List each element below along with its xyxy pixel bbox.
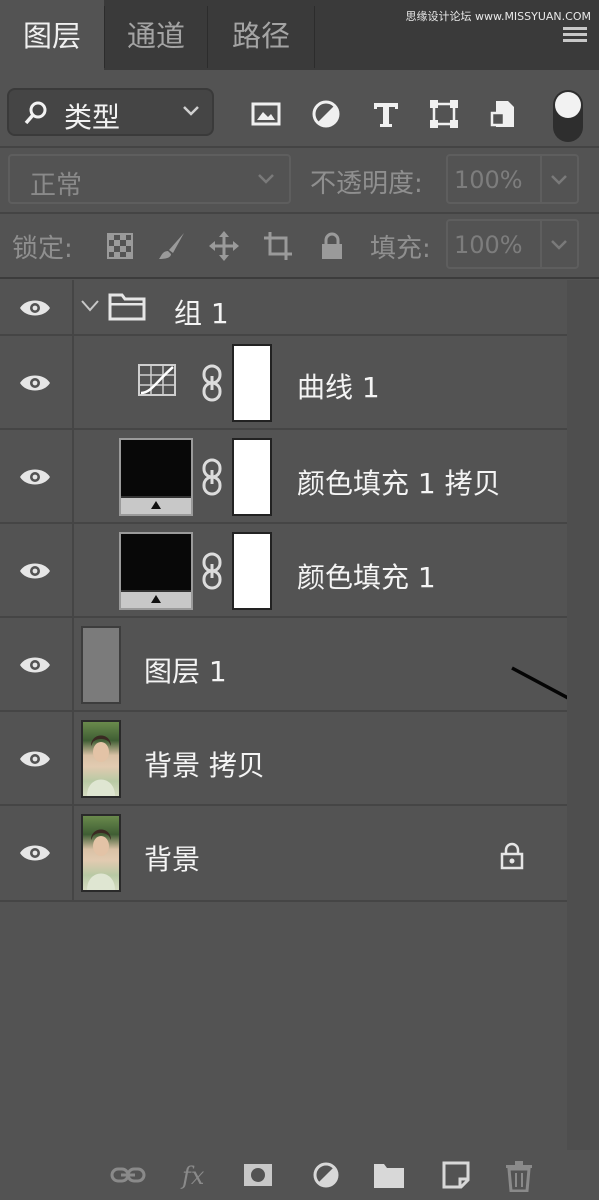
- type-filter-icon[interactable]: [370, 98, 402, 130]
- layer-name: 颜色填充 1 拷贝: [297, 467, 501, 500]
- filter-kind-label: 类型: [64, 101, 121, 134]
- curves-adjustment-icon: [137, 363, 177, 397]
- visibility-eye-icon[interactable]: [18, 559, 52, 583]
- watermark: 思缘设计论坛 www.MISSYUAN.COM: [405, 10, 591, 23]
- lock-artboard-icon[interactable]: [262, 230, 294, 262]
- lock-position-icon[interactable]: [208, 230, 240, 262]
- lock-transparent-pixels-icon[interactable]: [104, 230, 136, 262]
- folder-icon: [108, 291, 146, 321]
- layer-lock-icon: [499, 842, 525, 870]
- layer-name: 组 1: [174, 297, 229, 330]
- layers-scrollbar[interactable]: [567, 280, 599, 1150]
- new-layer-icon[interactable]: [440, 1160, 472, 1190]
- chevron-down-icon[interactable]: [80, 299, 100, 313]
- fill-color-thumbnail[interactable]: [119, 532, 193, 610]
- smart-object-filter-icon[interactable]: [488, 98, 520, 130]
- layer-row-layer-1[interactable]: 图层 1: [0, 618, 568, 712]
- new-adjustment-layer-icon[interactable]: [310, 1160, 342, 1190]
- layer-style-fx-icon[interactable]: fx: [180, 1160, 212, 1190]
- tab-channels[interactable]: 通道: [105, 0, 207, 70]
- visibility-eye-icon[interactable]: [18, 465, 52, 489]
- tab-layers[interactable]: 图层: [0, 0, 104, 70]
- layer-row-curves-1[interactable]: 曲线 1: [0, 336, 567, 430]
- layer-name: 图层 1: [144, 655, 227, 688]
- layer-mask-thumbnail[interactable]: [232, 344, 272, 422]
- fill-label: 填充:: [370, 234, 431, 264]
- visibility-eye-icon[interactable]: [18, 653, 52, 677]
- layer-row-background[interactable]: 背景: [0, 806, 567, 902]
- layer-thumbnail[interactable]: [81, 626, 121, 704]
- panel-menu-icon[interactable]: [563, 27, 587, 45]
- visibility-eye-icon[interactable]: [18, 841, 52, 865]
- blend-mode-select[interactable]: 正常: [8, 154, 291, 204]
- chevron-down-icon: [550, 173, 568, 187]
- opacity-input[interactable]: 100%: [446, 154, 542, 204]
- add-mask-icon[interactable]: [242, 1160, 274, 1190]
- visibility-eye-icon[interactable]: [18, 296, 52, 320]
- visibility-eye-icon[interactable]: [18, 371, 52, 395]
- layer-thumbnail-photo[interactable]: [81, 720, 121, 798]
- filter-toggle[interactable]: [553, 90, 583, 142]
- blend-mode-value: 正常: [30, 171, 83, 201]
- lock-image-pixels-icon[interactable]: [156, 230, 188, 262]
- delete-layer-icon[interactable]: [503, 1160, 535, 1192]
- layer-name: 背景: [144, 843, 201, 876]
- fill-color-thumbnail[interactable]: [119, 438, 193, 516]
- chevron-down-icon: [550, 238, 568, 252]
- layer-filter-select[interactable]: 类型: [7, 88, 214, 136]
- layer-row-group-1[interactable]: 组 1: [0, 280, 567, 336]
- fill-input[interactable]: 100%: [446, 219, 542, 269]
- layer-thumbnail-photo[interactable]: [81, 814, 121, 892]
- layer-row-color-fill-1[interactable]: 颜色填充 1: [0, 524, 567, 618]
- lock-all-icon[interactable]: [316, 230, 348, 262]
- opacity-dropdown[interactable]: [541, 154, 579, 204]
- shape-filter-icon[interactable]: [428, 98, 460, 130]
- image-filter-icon[interactable]: [250, 98, 282, 130]
- opacity-label: 不透明度:: [310, 169, 423, 199]
- svg-text:fx: fx: [180, 1162, 205, 1190]
- layer-name: 颜色填充 1: [297, 561, 436, 594]
- fill-dropdown[interactable]: [541, 219, 579, 269]
- layer-mask-thumbnail[interactable]: [232, 532, 272, 610]
- link-layers-icon[interactable]: [110, 1160, 146, 1190]
- mask-link-icon[interactable]: [201, 364, 223, 402]
- layer-row-background-copy[interactable]: 背景 拷贝: [0, 712, 567, 806]
- layer-row-color-fill-1-copy[interactable]: 颜色填充 1 拷贝: [0, 430, 567, 524]
- chevron-down-icon: [182, 104, 200, 118]
- search-icon: [23, 100, 49, 126]
- tab-paths[interactable]: 路径: [208, 0, 314, 70]
- adjustment-filter-icon[interactable]: [310, 98, 342, 130]
- lock-label: 锁定:: [12, 234, 73, 264]
- mask-link-icon[interactable]: [201, 552, 223, 590]
- chevron-down-icon: [257, 172, 275, 186]
- new-group-folder-icon[interactable]: [372, 1160, 404, 1190]
- layer-name: 背景 拷贝: [144, 749, 265, 782]
- fill-value: 100%: [454, 231, 523, 259]
- layer-mask-thumbnail[interactable]: [232, 438, 272, 516]
- visibility-eye-icon[interactable]: [18, 747, 52, 771]
- mask-link-icon[interactable]: [201, 458, 223, 496]
- opacity-value: 100%: [454, 166, 523, 194]
- cursor-stroke: [511, 666, 568, 700]
- layer-name: 曲线 1: [297, 371, 380, 404]
